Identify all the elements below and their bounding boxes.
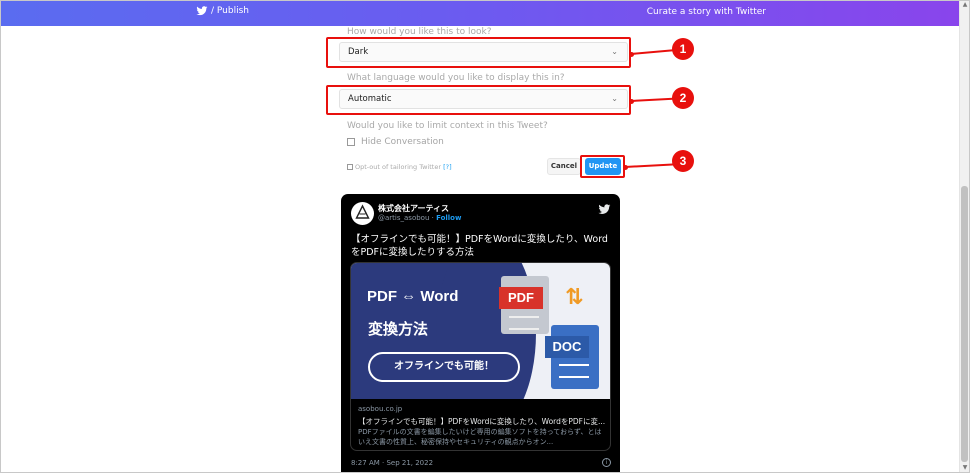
hide-conversation-label: Hide Conversation [361,137,444,147]
page-scrollbar[interactable]: ▲ ▼ [959,0,969,473]
scroll-down-arrow-icon[interactable]: ▼ [960,463,970,473]
card-title: 【オフラインでも可能！】PDFをWordに変換したり、WordをPDFに変... [358,417,606,426]
highlight-box-theme [326,37,631,68]
optout-help-link[interactable]: [?] [443,163,452,171]
curate-story-link[interactable]: Curate a story with Twitter [647,7,766,17]
callout-line-3 [624,163,675,168]
link-card[interactable]: PDF ⇔ Word 変換方法 オフラインでも可能！ PDF ⇅ DOC aso… [350,262,611,451]
callout-line-1 [630,49,675,55]
scrollbar-thumb[interactable] [961,186,968,462]
info-icon[interactable]: i [602,458,611,467]
twitter-bird-icon [196,6,208,16]
avatar[interactable] [351,202,374,225]
follow-link[interactable]: Follow [436,214,461,222]
cancel-button[interactable]: Cancel [547,158,581,175]
tweet-timestamp[interactable]: 8:27 AM · Sep 21, 2022 [351,459,433,467]
highlight-box-update [580,155,625,178]
doc-lines [559,364,589,378]
pdf-label: PDF [499,287,543,309]
optout-row[interactable]: Opt-out of tailoring Twitter [?] [347,163,452,171]
pdf-lines [509,316,539,330]
card-image-heading: PDF ⇔ Word [367,288,459,305]
annotation-badge-2: 2 [672,87,694,109]
hide-conversation-checkbox[interactable] [347,138,355,146]
tweet-preview[interactable]: 株式会社アーティス @artis_asobou · Follow 【オフラインで… [341,194,620,473]
card-description: PDFファイルの文書を編集したいけど専用の編集ソフトを持っておらず、とはいえ文書… [358,428,602,446]
optout-label: Opt-out of tailoring Twitter [?] [355,163,452,171]
optout-text: Opt-out of tailoring Twitter [355,163,441,171]
card-image-subheading: 変換方法 [368,320,429,338]
top-bar: / Publish Curate a story with Twitter [0,0,970,26]
account-handle-row: @artis_asobou · Follow [378,214,462,222]
account-handle[interactable]: @artis_asobou [378,214,429,222]
card-image-offline-pill: オフラインでも可能！ [368,352,520,382]
highlight-box-language [326,85,631,115]
look-question-label: How would you like this to look? [347,27,492,37]
optout-checkbox[interactable] [347,164,353,170]
account-name[interactable]: 株式会社アーティス [378,203,449,214]
link-card-image: PDF ⇔ Word 変換方法 オフラインでも可能！ PDF ⇅ DOC [351,263,610,399]
card-domain: asobou.co.jp [358,405,403,413]
company-logo-icon [351,202,374,225]
hide-conversation-row[interactable]: Hide Conversation [347,137,444,147]
twitter-bird-icon[interactable] [598,203,611,216]
context-question-label: Would you like to limit context in this … [347,121,548,131]
publish-brand-link[interactable]: / Publish [196,5,249,17]
annotation-badge-1: 1 [672,38,694,60]
language-question-label: What language would you like to display … [347,73,565,83]
annotation-badge-3: 3 [672,150,694,172]
publish-label: / Publish [211,6,249,16]
tweet-text: 【オフラインでも可能！】PDFをWordに変換したり、WordをPDFに変換した… [351,234,608,258]
callout-line-2 [630,97,673,102]
scroll-up-arrow-icon[interactable]: ▲ [960,0,970,10]
convert-arrows-icon: ⇅ [565,285,584,310]
doc-label: DOC [545,336,589,358]
